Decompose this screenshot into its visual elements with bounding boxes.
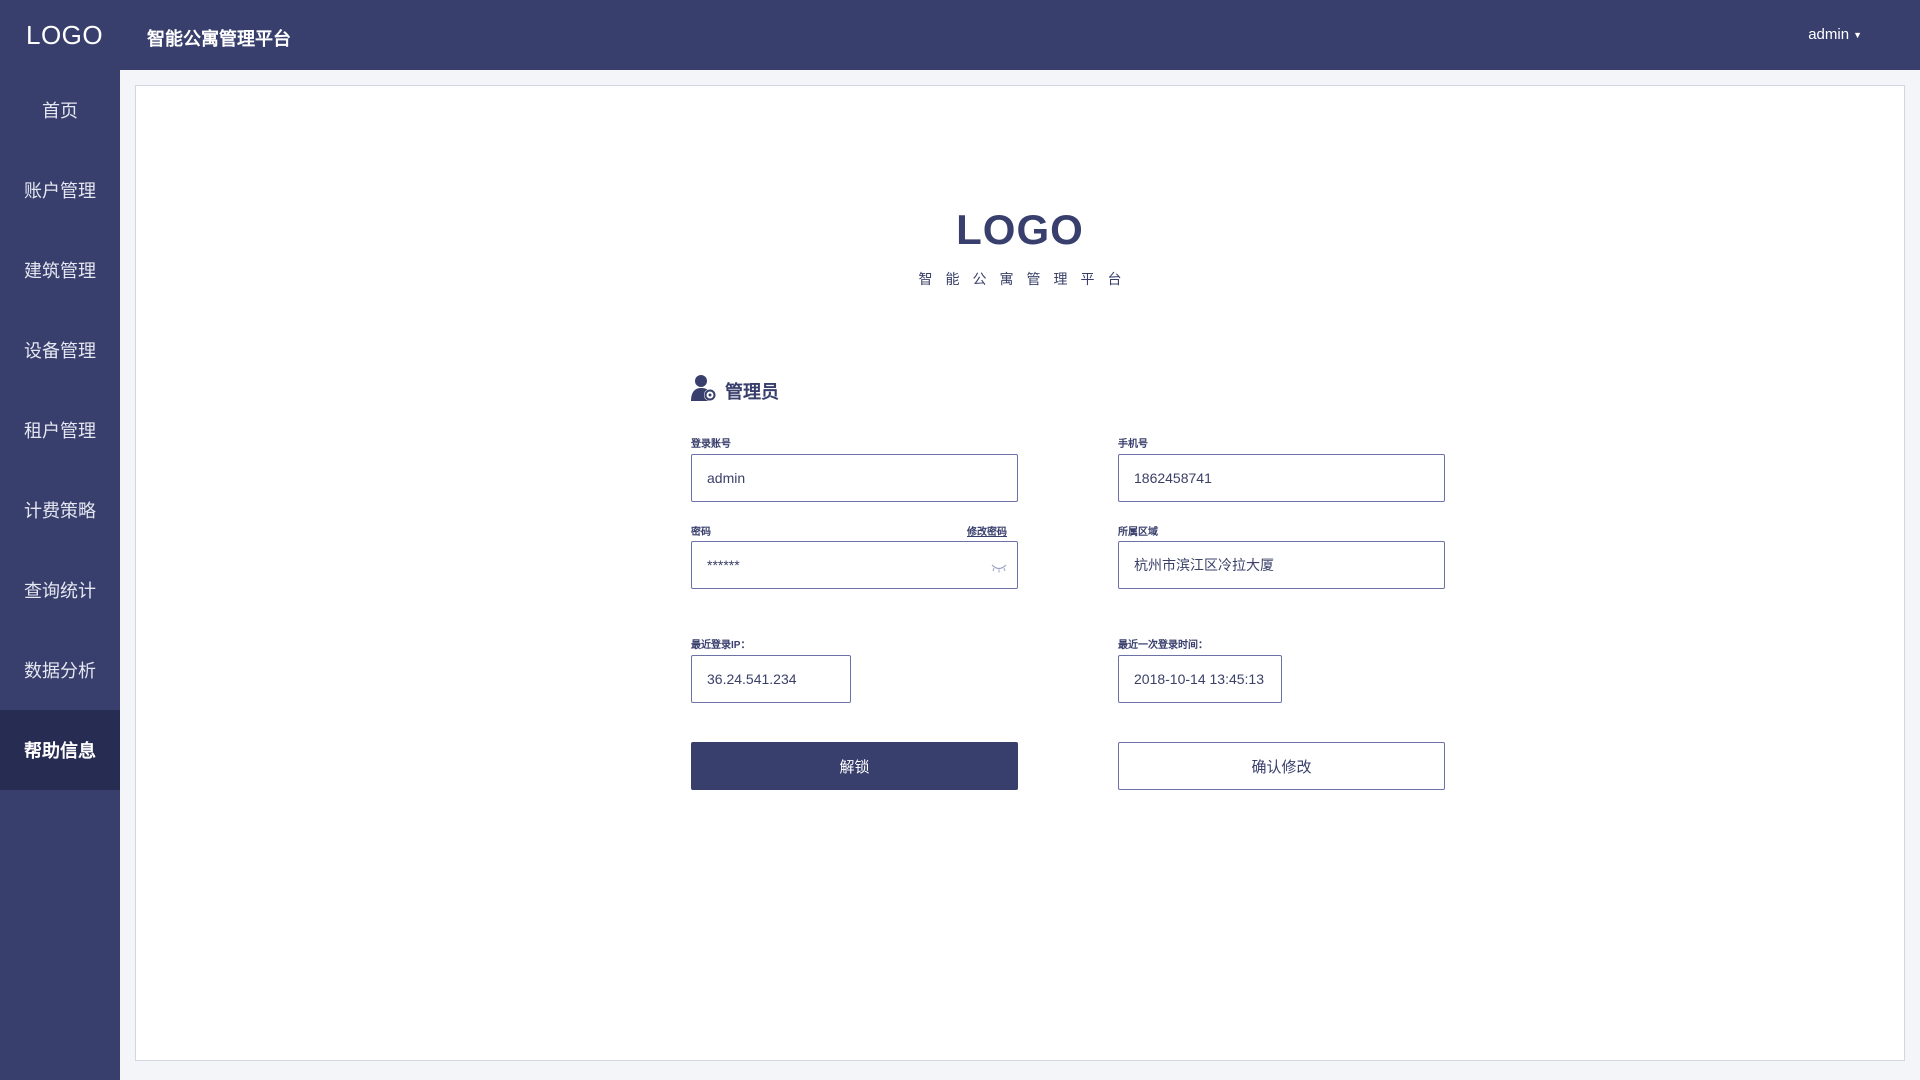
region-label: 所属区域 <box>1118 527 1158 538</box>
panel-logo: LOGO <box>956 206 1084 253</box>
sidebar-item-accounts[interactable]: 账户管理 <box>0 150 120 230</box>
sidebar-item-help[interactable]: 帮助信息 <box>0 710 120 790</box>
chevron-down-icon[interactable]: ▼ <box>1853 30 1862 40</box>
account-label: 登录账号 <box>691 439 731 450</box>
user-name[interactable]: admin <box>1808 26 1849 43</box>
section-header: 管理员 <box>691 374 779 407</box>
last-time-label: 最近一次登录时间： <box>1118 640 1208 651</box>
sidebar: 首页 账户管理 建筑管理 设备管理 租户管理 计费策略 查询统计 数据分析 帮助… <box>0 70 120 1080</box>
sidebar-item-analysis[interactable]: 数据分析 <box>0 630 120 710</box>
last-ip-value: 36.24.541.234 <box>707 671 797 687</box>
password-value[interactable]: ****** <box>707 557 740 573</box>
phone-label: 手机号 <box>1118 439 1148 450</box>
region-input[interactable] <box>1134 557 1429 573</box>
sidebar-item-buildings[interactable]: 建筑管理 <box>0 230 120 310</box>
sidebar-item-statistics[interactable]: 查询统计 <box>0 550 120 630</box>
admin-user-icon <box>691 374 717 407</box>
change-password-link[interactable]: 修改密码 <box>967 523 1007 538</box>
panel-subtitle: 智能公寓管理平台 <box>918 271 1135 287</box>
app-title: 智能公寓管理平台 <box>147 29 291 49</box>
last-ip-field: 36.24.541.234 <box>691 655 851 703</box>
user-menu[interactable]: admin ▼ <box>1808 26 1862 43</box>
eye-closed-icon[interactable] <box>991 560 1007 576</box>
password-field[interactable]: ****** <box>691 541 1018 589</box>
section-title: 管理员 <box>725 381 779 402</box>
last-time-value: 2018-10-14 13:45:13 <box>1134 671 1264 687</box>
phone-input[interactable] <box>1134 470 1429 486</box>
account-input[interactable] <box>707 470 1002 486</box>
sidebar-item-billing[interactable]: 计费策略 <box>0 470 120 550</box>
main-panel: LOGO 智能公寓管理平台 管理员 登录账号 密码 修改密码 ****** <box>135 85 1905 1061</box>
phone-field[interactable] <box>1118 454 1445 502</box>
sidebar-item-home[interactable]: 首页 <box>0 70 120 150</box>
region-field[interactable] <box>1118 541 1445 589</box>
sidebar-item-devices[interactable]: 设备管理 <box>0 310 120 390</box>
sidebar-item-tenants[interactable]: 租户管理 <box>0 390 120 470</box>
unlock-button[interactable]: 解锁 <box>691 742 1018 790</box>
last-ip-label: 最近登录IP： <box>691 640 751 651</box>
password-label: 密码 <box>691 527 711 538</box>
confirm-modify-button[interactable]: 确认修改 <box>1118 742 1445 790</box>
app-logo[interactable]: LOGO <box>26 20 103 51</box>
account-field[interactable] <box>691 454 1018 502</box>
top-bar: LOGO 智能公寓管理平台 admin ▼ <box>0 0 1920 70</box>
last-time-field: 2018-10-14 13:45:13 <box>1118 655 1282 703</box>
